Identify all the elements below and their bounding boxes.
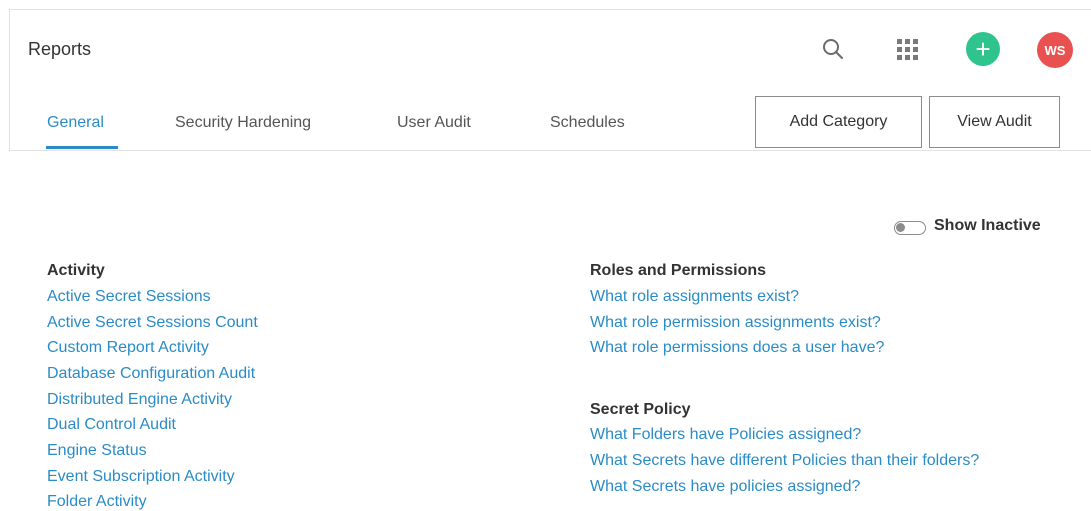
- report-link[interactable]: Distributed Engine Activity: [47, 391, 232, 409]
- add-category-button[interactable]: Add Category: [755, 96, 922, 148]
- report-link[interactable]: What role permissions does a user have?: [590, 339, 884, 357]
- section-title-roles: Roles and Permissions: [590, 262, 767, 279]
- avatar[interactable]: WS: [1037, 32, 1073, 68]
- report-link[interactable]: Database Configuration Audit: [47, 365, 255, 383]
- report-link[interactable]: What Secrets have different Policies tha…: [590, 452, 979, 470]
- report-link[interactable]: What Secrets have policies assigned?: [590, 478, 860, 496]
- tab-general[interactable]: General: [47, 114, 104, 132]
- plus-icon: +: [975, 34, 991, 64]
- report-link[interactable]: Folder Activity: [47, 493, 147, 511]
- report-link[interactable]: What Folders have Policies assigned?: [590, 426, 861, 444]
- tab-schedules[interactable]: Schedules: [550, 114, 625, 132]
- report-link[interactable]: Active Secret Sessions: [47, 288, 211, 306]
- view-audit-button[interactable]: View Audit: [929, 96, 1060, 148]
- report-link[interactable]: Dual Control Audit: [47, 416, 176, 434]
- tabs-divider: [9, 150, 1091, 151]
- report-link[interactable]: Active Secret Sessions Count: [47, 314, 258, 332]
- report-link[interactable]: What role assignments exist?: [590, 288, 799, 306]
- report-link[interactable]: Event Subscription Activity: [47, 468, 235, 486]
- panel-border-left: [9, 9, 10, 151]
- search-icon[interactable]: [818, 34, 848, 64]
- report-link[interactable]: Custom Report Activity: [47, 339, 209, 357]
- section-title-activity: Activity: [47, 262, 105, 279]
- show-inactive-label: Show Inactive: [934, 217, 1041, 234]
- add-button[interactable]: +: [966, 32, 1000, 66]
- show-inactive-toggle[interactable]: [894, 221, 926, 235]
- panel-border-top: [9, 9, 1091, 10]
- report-link[interactable]: Engine Status: [47, 442, 147, 460]
- active-tab-indicator: [46, 146, 118, 149]
- section-title-secret-policy: Secret Policy: [590, 401, 691, 418]
- page-title: Reports: [28, 39, 92, 59]
- report-link[interactable]: What role permission assignments exist?: [590, 314, 881, 332]
- toggle-knob: [896, 223, 905, 232]
- apps-grid-icon[interactable]: [892, 34, 922, 64]
- tab-security-hardening[interactable]: Security Hardening: [175, 114, 311, 132]
- tab-user-audit[interactable]: User Audit: [397, 114, 471, 132]
